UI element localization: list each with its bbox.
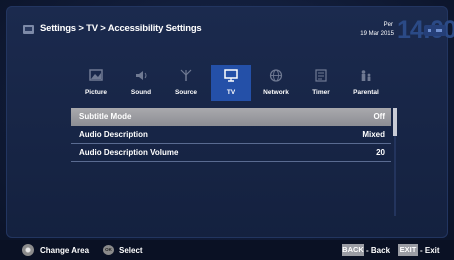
- antenna-icon: [180, 69, 192, 81]
- tab-label: Parental: [353, 89, 379, 96]
- setting-row-audio-description-volume[interactable]: Audio Description Volume 20: [71, 144, 391, 162]
- scrollbar-thumb[interactable]: [393, 108, 397, 136]
- day-label: Per: [383, 22, 393, 28]
- settings-icon: [23, 25, 34, 34]
- parental-icon: [361, 70, 371, 81]
- exit-key-icon: EXIT: [398, 244, 418, 256]
- setting-row-subtitle-mode[interactable]: Subtitle Mode Off: [71, 108, 391, 126]
- globe-icon: [269, 69, 283, 82]
- setting-value: Off: [373, 112, 385, 121]
- change-area-hint: Change Area: [40, 246, 90, 255]
- setting-value: 20: [376, 148, 385, 157]
- tab-picture[interactable]: Picture: [76, 65, 116, 101]
- select-hint: Select: [119, 246, 143, 255]
- back-key-icon: BACK: [342, 244, 364, 256]
- tab-sound[interactable]: Sound: [121, 65, 161, 101]
- setting-label: Subtitle Mode: [79, 112, 132, 121]
- picture-icon: [89, 69, 103, 81]
- back-hint[interactable]: - Back: [366, 246, 390, 255]
- timer-icon: [315, 69, 327, 82]
- setting-label: Audio Description: [79, 130, 148, 139]
- setting-row-audio-description[interactable]: Audio Description Mixed: [71, 126, 391, 144]
- exit-hint[interactable]: - Exit: [420, 246, 440, 255]
- date-label: 19 Mar 2015: [360, 31, 394, 37]
- tab-timer[interactable]: Timer: [301, 65, 341, 101]
- tab-tv[interactable]: TV: [211, 65, 251, 101]
- ok-button-icon: OK: [103, 245, 114, 255]
- back-label: Back: [370, 246, 391, 255]
- setting-value: Mixed: [362, 130, 385, 139]
- tab-network[interactable]: Network: [256, 65, 296, 101]
- status-icon: [424, 25, 446, 36]
- tab-source[interactable]: Source: [166, 65, 206, 101]
- speaker-icon: [136, 71, 147, 80]
- tab-parental[interactable]: Parental: [346, 65, 386, 101]
- tv-icon: [224, 69, 238, 82]
- breadcrumb: Settings > TV > Accessibility Settings: [40, 23, 202, 34]
- navigation-pad-icon: [22, 244, 34, 256]
- exit-label: Exit: [424, 246, 440, 255]
- setting-label: Audio Description Volume: [79, 148, 179, 157]
